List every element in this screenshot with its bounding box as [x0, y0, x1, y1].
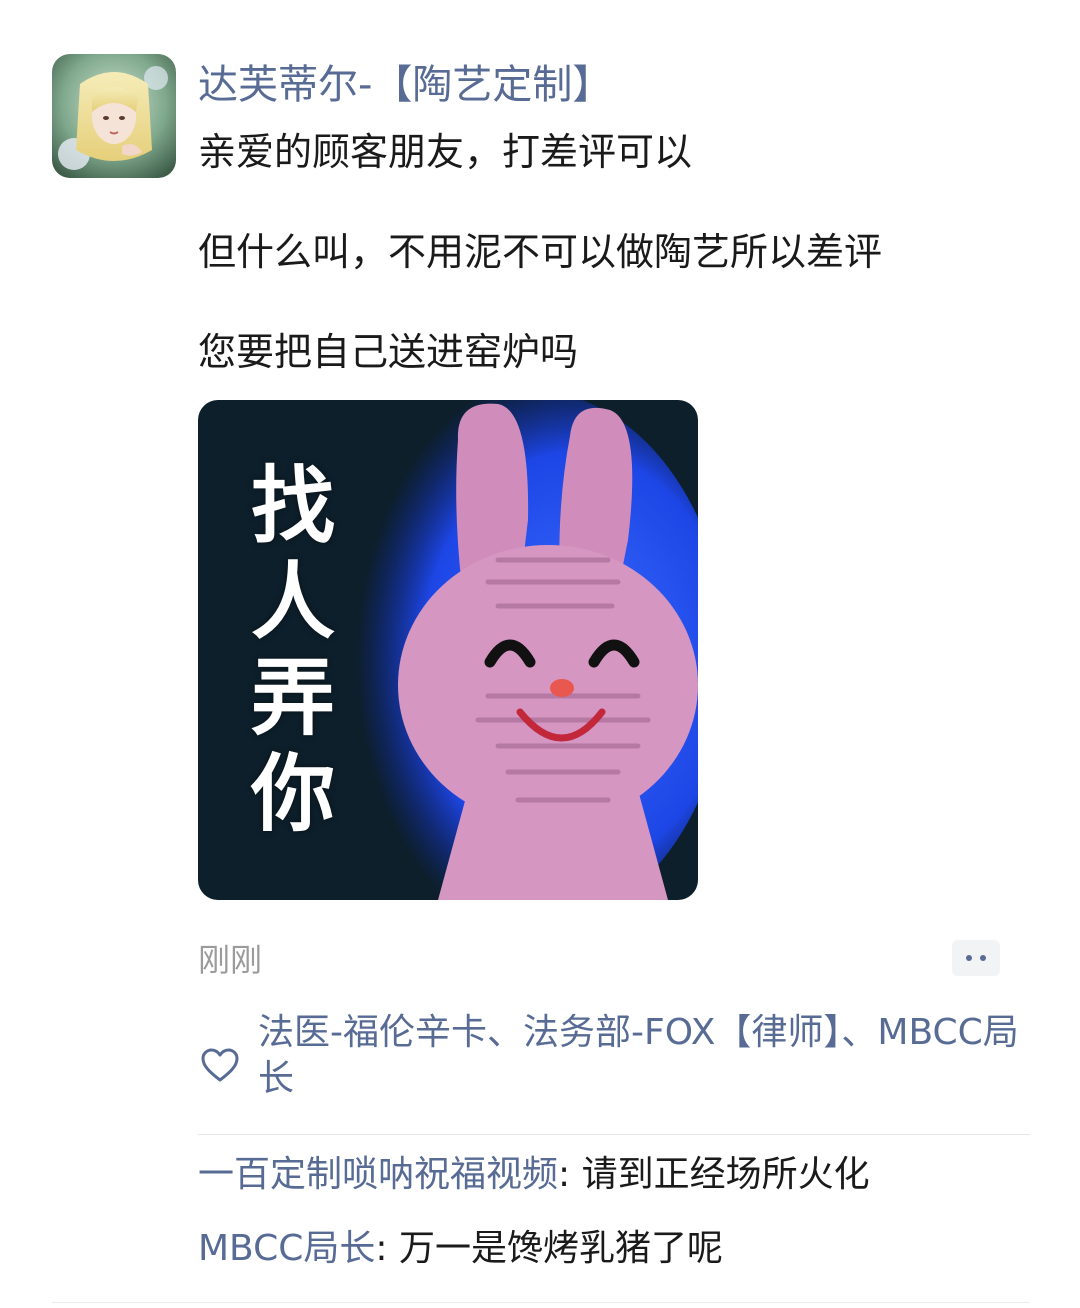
- comment-separator: :: [375, 1228, 399, 1269]
- sticker-caption: 找 人 弄 你: [228, 458, 358, 842]
- sticker-caption-char: 你: [250, 745, 335, 843]
- more-actions-button[interactable]: [952, 940, 1000, 976]
- sticker-caption-char: 人: [250, 553, 335, 651]
- post-content: 达芙蒂尔-【陶艺定制】 亲爱的顾客朋友，打差评可以 但什么叫，不用泥不可以做陶艺…: [198, 54, 1028, 382]
- avatar-image: [52, 54, 176, 178]
- more-dots-icon: [980, 955, 986, 961]
- comment-separator: :: [558, 1154, 582, 1195]
- comment-item[interactable]: 一百定制唢呐祝福视频: 请到正经场所火化: [198, 1151, 1030, 1199]
- more-dots-icon: [966, 955, 972, 961]
- comment-text: 请到正经场所火化: [581, 1154, 870, 1195]
- bottom-divider: [52, 1302, 1030, 1303]
- comment-text: 万一是馋烤乳猪了呢: [398, 1228, 723, 1269]
- heart-outline-icon: [201, 1048, 239, 1082]
- post-text-line: 您要把自己送进窑炉吗: [198, 330, 579, 374]
- divider: [198, 1134, 1030, 1135]
- comment-item[interactable]: MBCC局长: 万一是馋烤乳猪了呢: [198, 1225, 1030, 1273]
- sticker-caption-char: 找: [250, 457, 335, 555]
- interaction-panel: 法医-福伦辛卡、法务部-FOX【律师】、MBCC局长 一百定制唢呐祝福视频: 请…: [198, 1010, 1030, 1273]
- post-text-line: 但什么叫，不用泥不可以做陶艺所以差评: [198, 230, 883, 274]
- comment-author[interactable]: MBCC局长: [198, 1228, 375, 1269]
- likes-row: 法医-福伦辛卡、法务部-FOX【律师】、MBCC局长: [198, 1010, 1030, 1120]
- post-author-name[interactable]: 达芙蒂尔-【陶艺定制】: [198, 54, 1028, 116]
- post-sticker-image[interactable]: 找 人 弄 你: [198, 400, 698, 900]
- likes-list[interactable]: 法医-福伦辛卡、法务部-FOX【律师】、MBCC局长: [258, 1010, 1030, 1102]
- post-timestamp: 刚刚: [198, 941, 263, 979]
- post-text-line: 亲爱的顾客朋友，打差评可以: [198, 130, 693, 174]
- comment-author[interactable]: 一百定制唢呐祝福视频: [198, 1154, 558, 1195]
- author-avatar[interactable]: [52, 54, 176, 178]
- sticker-caption-char: 弄: [250, 649, 335, 747]
